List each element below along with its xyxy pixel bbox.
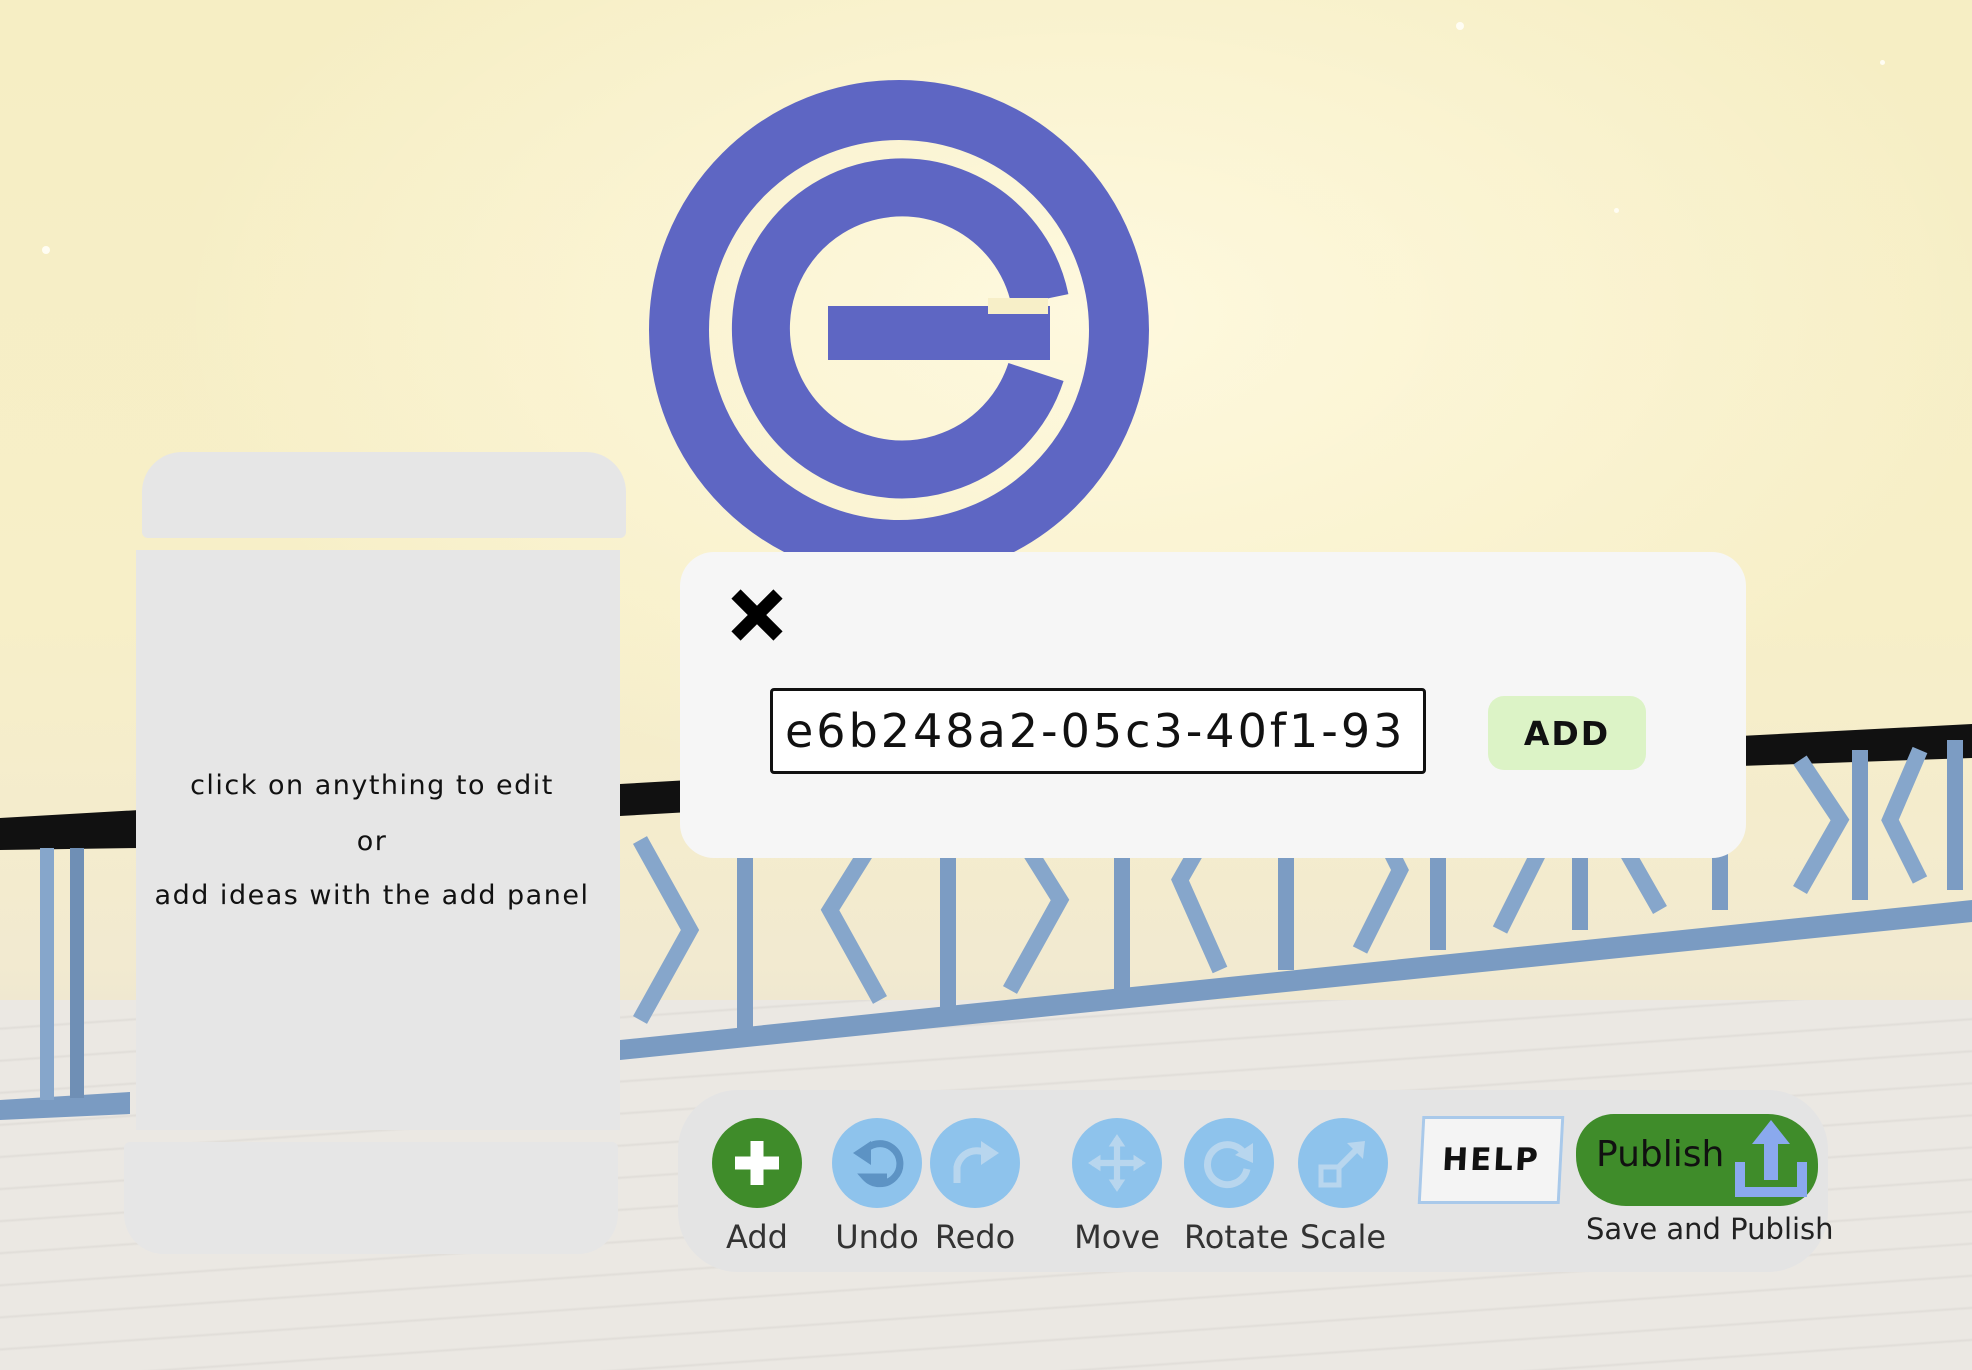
rotate-icon	[1204, 1141, 1253, 1189]
instruction-line-edit: click on anything to edit	[190, 770, 554, 801]
undo-button[interactable]: Undo	[832, 1118, 922, 1256]
publish-button[interactable]: Publish	[1576, 1114, 1818, 1206]
move-button[interactable]: Move	[1072, 1118, 1162, 1256]
star	[1614, 208, 1619, 213]
star	[42, 246, 50, 254]
redo-button[interactable]: Redo	[930, 1118, 1020, 1256]
close-dialog-button[interactable]	[728, 586, 786, 644]
undo-circle	[832, 1118, 922, 1208]
bottom-toolbar: Add Undo Redo Move Rotate Scale HELP Pub…	[678, 1090, 1834, 1272]
close-x-icon	[731, 589, 783, 641]
add-by-id-dialog: ADD	[680, 552, 1746, 858]
scale-icon	[1318, 1141, 1365, 1188]
scale-circle	[1298, 1118, 1388, 1208]
scale-label: Scale	[1299, 1218, 1387, 1256]
redo-circle	[930, 1118, 1020, 1208]
rotate-button[interactable]: Rotate	[1184, 1118, 1289, 1256]
add-id-button[interactable]: ADD	[1488, 696, 1646, 770]
add-button[interactable]: Add	[712, 1118, 802, 1256]
rotate-circle	[1184, 1118, 1274, 1208]
move-label: Move	[1074, 1218, 1160, 1256]
instruction-line-or: or	[356, 826, 388, 857]
add-label: Add	[726, 1218, 788, 1256]
undo-label: Undo	[835, 1218, 919, 1256]
add-circle	[712, 1118, 802, 1208]
publish-label: Publish	[1596, 1134, 1725, 1175]
upload-icon	[1735, 1120, 1807, 1197]
undo-icon	[853, 1140, 904, 1188]
scale-button[interactable]: Scale	[1298, 1118, 1388, 1256]
help-button[interactable]: HELP	[1417, 1116, 1565, 1204]
plus-icon	[735, 1141, 779, 1185]
instruction-line-add: add ideas with the add panel	[154, 880, 590, 911]
save-and-publish-caption: Save and Publish	[1586, 1212, 1834, 1246]
instruction-panel: click on anything to edit or add ideas w…	[122, 452, 626, 1256]
instruction-panel-footer	[124, 1142, 618, 1254]
instruction-panel-header	[142, 452, 626, 538]
move-circle	[1072, 1118, 1162, 1208]
rotate-label: Rotate	[1184, 1218, 1289, 1256]
redo-label: Redo	[934, 1218, 1016, 1256]
star	[1456, 22, 1464, 30]
id-input[interactable]	[770, 688, 1426, 774]
redo-icon	[953, 1141, 999, 1183]
move-arrows-icon	[1088, 1134, 1146, 1192]
brand-logo	[649, 80, 1149, 566]
star	[1880, 60, 1885, 65]
